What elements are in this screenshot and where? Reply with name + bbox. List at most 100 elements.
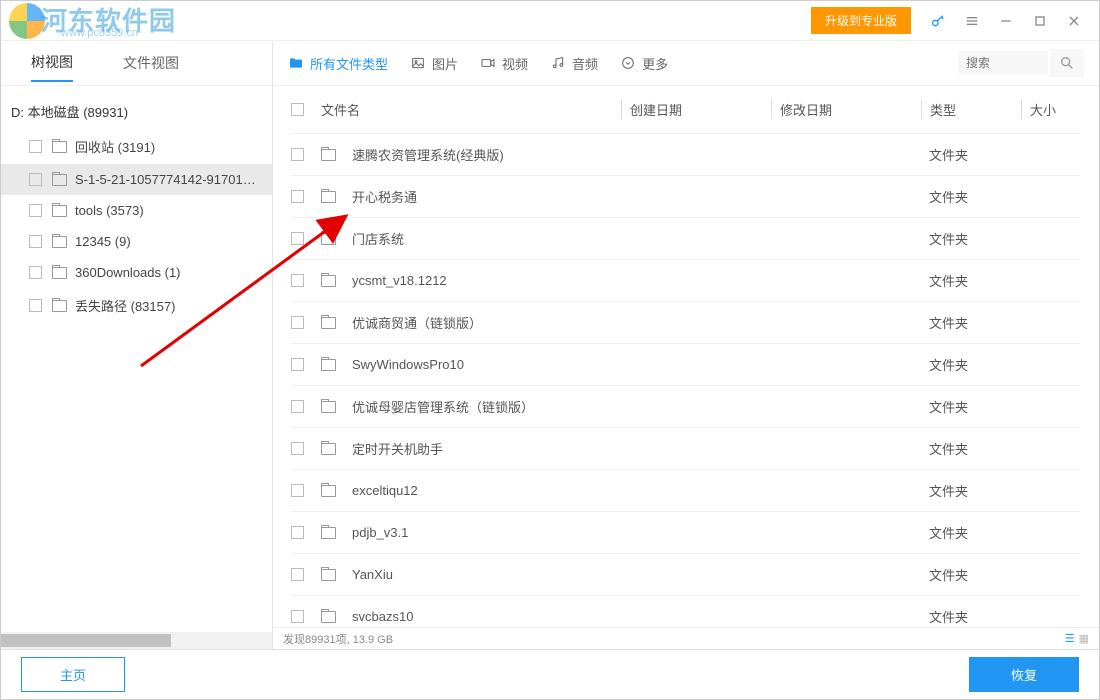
scrollbar-thumb[interactable] — [1, 634, 171, 647]
file-name: pdjb_v3.1 — [352, 525, 408, 540]
maximize-icon[interactable] — [1023, 4, 1057, 38]
tab-file-view[interactable]: 文件视图 — [123, 53, 179, 81]
file-name: 优诚商贸通（链锁版） — [352, 313, 482, 332]
filter-audio[interactable]: 音频 — [550, 54, 598, 73]
folder-icon — [321, 611, 336, 623]
home-button[interactable]: 主页 — [21, 657, 125, 692]
more-icon — [620, 55, 636, 71]
column-type[interactable]: 类型 — [921, 100, 1021, 119]
row-checkbox[interactable] — [291, 610, 304, 623]
tab-tree-view[interactable]: 树视图 — [31, 52, 73, 82]
sidebar-horizontal-scrollbar[interactable] — [1, 632, 272, 649]
status-bar: 发现89931项, 13.9 GB ☰ ▦ — [273, 627, 1099, 649]
folder-icon — [321, 527, 336, 539]
table-row[interactable]: 定时开关机助手文件夹 — [291, 428, 1081, 470]
row-checkbox[interactable] — [291, 526, 304, 539]
table-row[interactable]: pdjb_v3.1文件夹 — [291, 512, 1081, 554]
tree-item[interactable]: 回收站 (3191) — [1, 129, 272, 164]
table-row[interactable]: 速腾农资管理系统(经典版)文件夹 — [291, 134, 1081, 176]
tree-item[interactable]: S-1-5-21-1057774142-91701807 — [1, 164, 272, 195]
table-row[interactable]: YanXiu文件夹 — [291, 554, 1081, 596]
tree-item[interactable]: 360Downloads (1) — [1, 257, 272, 288]
tree-checkbox[interactable] — [29, 299, 42, 312]
folder-icon — [321, 233, 336, 245]
column-created[interactable]: 创建日期 — [621, 100, 771, 119]
tree-checkbox[interactable] — [29, 140, 42, 153]
tree-checkbox[interactable] — [29, 266, 42, 279]
table-row[interactable]: 门店系统文件夹 — [291, 218, 1081, 260]
folder-icon — [52, 141, 67, 153]
search-button[interactable] — [1050, 49, 1084, 77]
watermark-url: www.pc0359.cn — [61, 27, 138, 39]
filter-image[interactable]: 图片 — [410, 54, 458, 73]
table-row[interactable]: exceltiqu12文件夹 — [291, 470, 1081, 512]
file-name: 定时开关机助手 — [352, 439, 443, 458]
close-icon[interactable] — [1057, 4, 1091, 38]
row-checkbox[interactable] — [291, 274, 304, 287]
cell-type: 文件夹 — [921, 397, 1021, 416]
folder-icon — [52, 236, 67, 248]
tree-item[interactable]: 丢失路径 (83157) — [1, 288, 272, 323]
filter-label: 视频 — [502, 54, 528, 73]
search-box — [958, 49, 1084, 77]
column-size[interactable]: 大小 — [1021, 100, 1081, 119]
table-row[interactable]: 优诚商贸通（链锁版） 文件夹 — [291, 302, 1081, 344]
row-checkbox[interactable] — [291, 442, 304, 455]
row-checkbox[interactable] — [291, 190, 304, 203]
folder-icon — [52, 267, 67, 279]
column-modified[interactable]: 修改日期 — [771, 100, 921, 119]
menu-icon[interactable] — [955, 4, 989, 38]
tree-checkbox[interactable] — [29, 173, 42, 186]
table-row[interactable]: svcbazs10 文件夹 — [291, 596, 1081, 627]
filter-more[interactable]: 更多 — [620, 54, 668, 73]
folder-icon — [321, 191, 336, 203]
row-checkbox[interactable] — [291, 232, 304, 245]
table-row[interactable]: 开心税务通文件夹 — [291, 176, 1081, 218]
image-icon — [410, 55, 426, 71]
table-row[interactable]: ycsmt_v18.1212文件夹 — [291, 260, 1081, 302]
search-input[interactable] — [958, 51, 1048, 75]
tree-item-label: 回收站 (3191) — [75, 137, 155, 156]
search-icon — [1059, 55, 1075, 71]
row-checkbox[interactable] — [291, 400, 304, 413]
column-name[interactable]: 文件名 — [321, 100, 621, 119]
cell-type: 文件夹 — [921, 271, 1021, 290]
filter-all[interactable]: 所有文件类型 — [288, 54, 388, 73]
cell-type: 文件夹 — [921, 481, 1021, 500]
table-row[interactable]: 优诚母婴店管理系统（链锁版） 文件夹 — [291, 386, 1081, 428]
view-toggle: ☰ ▦ — [1065, 632, 1089, 645]
tree-item[interactable]: 12345 (9) — [1, 226, 272, 257]
tree-item[interactable]: tools (3573) — [1, 195, 272, 226]
cell-type: 文件夹 — [921, 607, 1021, 626]
folder-icon — [321, 485, 336, 497]
filter-video[interactable]: 视频 — [480, 54, 528, 73]
folder-icon — [52, 205, 67, 217]
tree-checkbox[interactable] — [29, 235, 42, 248]
select-all-checkbox[interactable] — [291, 103, 304, 116]
upgrade-button[interactable]: 升级到专业版 — [811, 7, 911, 34]
tree-checkbox[interactable] — [29, 204, 42, 217]
file-name: svcbazs10 — [352, 609, 413, 624]
folder-icon — [52, 300, 67, 312]
tree-item-label: 12345 (9) — [75, 234, 131, 249]
folder-icon — [321, 275, 336, 287]
grid-view-icon[interactable]: ▦ — [1079, 632, 1089, 645]
file-name: 优诚母婴店管理系统（链锁版） — [352, 397, 534, 416]
cell-type: 文件夹 — [921, 313, 1021, 332]
video-icon — [480, 55, 496, 71]
row-checkbox[interactable] — [291, 484, 304, 497]
recover-button[interactable]: 恢复 — [969, 657, 1079, 692]
file-name: SwyWindowsPro10 — [352, 357, 464, 372]
row-checkbox[interactable] — [291, 358, 304, 371]
row-checkbox[interactable] — [291, 316, 304, 329]
file-name: YanXiu — [352, 567, 393, 582]
table-row[interactable]: SwyWindowsPro10文件夹 — [291, 344, 1081, 386]
tree-root[interactable]: D: 本地磁盘 (89931) — [1, 94, 272, 129]
list-view-icon[interactable]: ☰ — [1065, 632, 1075, 645]
row-checkbox[interactable] — [291, 148, 304, 161]
row-checkbox[interactable] — [291, 568, 304, 581]
folder-icon — [321, 569, 336, 581]
main-area: 树视图 文件视图 D: 本地磁盘 (89931) 回收站 (3191) S-1-5… — [1, 41, 1099, 649]
minimize-icon[interactable] — [989, 4, 1023, 38]
key-icon[interactable] — [921, 4, 955, 38]
